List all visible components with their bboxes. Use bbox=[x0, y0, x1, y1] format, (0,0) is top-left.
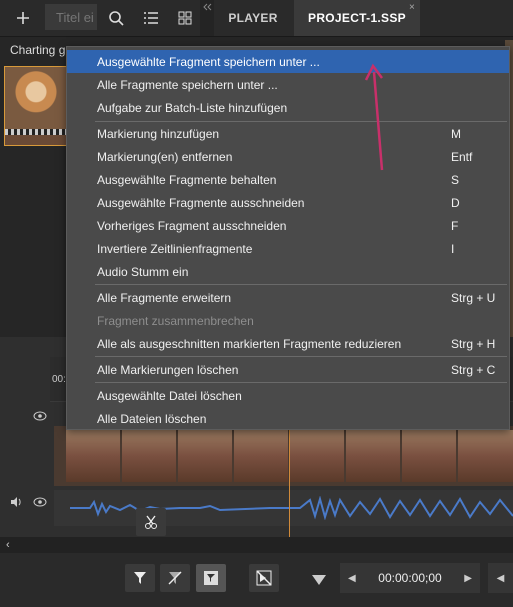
timecode-value: 00:00:00;00 bbox=[378, 571, 442, 585]
speaker-icon[interactable] bbox=[10, 494, 24, 512]
menu-item-collapse-fragment[interactable]: Fragment zusammenbrechen bbox=[67, 309, 509, 332]
filter-square-icon bbox=[204, 571, 218, 585]
eye-icon[interactable] bbox=[33, 494, 47, 512]
list-view-button[interactable] bbox=[136, 4, 166, 32]
menu-item-delete-selected-file[interactable]: Ausgewählte Datei löschen bbox=[67, 384, 509, 407]
list-view-icon bbox=[144, 12, 158, 24]
menu-item-label: Invertiere Zeitlinienfragmente bbox=[97, 241, 253, 256]
menu-item-save-selected-fragment[interactable]: Ausgewählte Fragment speichern unter ... bbox=[67, 50, 509, 73]
menu-item-label: Markierung hinzufügen bbox=[97, 126, 220, 141]
title-search-input[interactable] bbox=[45, 4, 97, 30]
media-file-label: Charting g bbox=[10, 43, 66, 57]
prev-frame-icon[interactable]: ◀ bbox=[348, 573, 356, 584]
tab-project-label: PROJECT-1.SSP bbox=[308, 11, 406, 25]
menu-item-label: Audio Stumm ein bbox=[97, 264, 189, 279]
tab-player-label: PLAYER bbox=[228, 11, 278, 25]
context-menu: Ausgewählte Fragment speichern unter ...… bbox=[66, 46, 510, 430]
menu-item-shortcut: F bbox=[451, 218, 459, 233]
video-frame bbox=[122, 430, 176, 482]
menu-item-delete-all-files[interactable]: Alle Dateien löschen bbox=[67, 407, 509, 430]
menu-item-remove-markers[interactable]: Markierung(en) entfernen Entf bbox=[67, 145, 509, 168]
mute-video-button[interactable] bbox=[249, 564, 279, 592]
menu-item-shortcut: Entf bbox=[451, 149, 473, 164]
menu-item-shortcut: S bbox=[451, 172, 460, 187]
menu-item-label: Ausgewählte Fragment speichern unter ... bbox=[97, 54, 320, 69]
video-frame bbox=[402, 430, 456, 482]
video-frame bbox=[234, 430, 288, 482]
plus-icon bbox=[17, 12, 29, 24]
menu-separator bbox=[95, 356, 507, 357]
menu-item-add-marker[interactable]: Markierung hinzufügen M bbox=[67, 122, 509, 145]
menu-item-mute-audio[interactable]: Audio Stumm ein bbox=[67, 260, 509, 283]
menu-item-cut-previous[interactable]: Vorheriges Fragment ausschneiden F bbox=[67, 214, 509, 237]
menu-item-label: Alle Fragmente speichern unter ... bbox=[97, 77, 278, 92]
annotation-arrow bbox=[364, 63, 384, 171]
menu-item-label: Ausgewählte Datei löschen bbox=[97, 388, 242, 403]
menu-item-expand-all[interactable]: Alle Fragmente erweitern Strg + U bbox=[67, 286, 509, 309]
menu-item-invert-fragments[interactable]: Invertiere Zeitlinienfragmente I bbox=[67, 237, 509, 260]
menu-item-delete-all-markers[interactable]: Alle Markierungen löschen Strg + C bbox=[67, 358, 509, 381]
horizontal-scrollbar[interactable] bbox=[0, 537, 513, 553]
filter-off-icon bbox=[168, 571, 182, 585]
menu-item-label: Vorheriges Fragment ausschneiden bbox=[97, 218, 287, 233]
menu-item-cut-selected[interactable]: Ausgewählte Fragmente ausschneiden D bbox=[67, 191, 509, 214]
scroll-left-icon[interactable]: ‹ bbox=[6, 539, 10, 551]
tab-close-icon[interactable]: × bbox=[409, 2, 415, 13]
menu-item-label: Ausgewählte Fragmente behalten bbox=[97, 172, 277, 187]
media-thumbnail[interactable] bbox=[4, 66, 68, 146]
menu-item-shortcut: Strg + C bbox=[451, 362, 496, 377]
menu-item-shortcut: M bbox=[451, 126, 461, 141]
grid-view-icon bbox=[178, 11, 192, 25]
search-button[interactable] bbox=[101, 4, 131, 32]
menu-item-reduce-cut-fragments[interactable]: Alle als ausgeschnitten markierten Fragm… bbox=[67, 332, 509, 355]
video-frame bbox=[178, 430, 232, 482]
add-button[interactable] bbox=[8, 4, 38, 32]
filter-button[interactable] bbox=[125, 564, 155, 592]
video-frame bbox=[66, 430, 120, 482]
marker-down-icon[interactable] bbox=[312, 572, 326, 590]
menu-item-label: Markierung(en) entfernen bbox=[97, 149, 233, 164]
video-frame bbox=[346, 430, 400, 482]
menu-item-save-all-fragments[interactable]: Alle Fragmente speichern unter ... bbox=[67, 73, 509, 96]
menu-item-label: Aufgabe zur Batch-Liste hinzufügen bbox=[97, 100, 288, 115]
menu-item-add-batch-task[interactable]: Aufgabe zur Batch-Liste hinzufügen bbox=[67, 96, 509, 119]
menu-separator bbox=[95, 284, 507, 285]
filter-selected-button[interactable] bbox=[196, 564, 226, 592]
filter-off-button[interactable] bbox=[160, 564, 190, 592]
menu-item-shortcut: Strg + H bbox=[451, 336, 496, 351]
menu-item-keep-selected[interactable]: Ausgewählte Fragmente behalten S bbox=[67, 168, 509, 191]
menu-item-label: Alle Dateien löschen bbox=[97, 411, 207, 426]
panel-divider[interactable] bbox=[200, 0, 214, 36]
split-button[interactable] bbox=[136, 508, 166, 536]
menu-item-label: Alle Fragmente erweitern bbox=[97, 290, 232, 305]
menu-item-shortcut: D bbox=[451, 195, 460, 210]
tab-player[interactable]: PLAYER bbox=[214, 0, 292, 36]
tab-project[interactable]: PROJECT-1.SSP bbox=[294, 0, 420, 36]
scissors-icon bbox=[145, 515, 157, 529]
menu-separator bbox=[95, 382, 507, 383]
menu-item-shortcut: I bbox=[451, 241, 455, 256]
menu-item-shortcut: Strg + U bbox=[451, 290, 496, 305]
grid-view-button[interactable] bbox=[170, 4, 200, 32]
video-frame bbox=[290, 430, 344, 482]
video-frame bbox=[458, 430, 513, 482]
timecode-display[interactable]: ◀ 00:00:00;00 ▶ bbox=[340, 563, 480, 593]
menu-item-label: Alle als ausgeschnitten markierten Fragm… bbox=[97, 336, 402, 351]
menu-item-label: Ausgewählte Fragmente ausschneiden bbox=[97, 195, 305, 210]
eye-icon[interactable] bbox=[33, 408, 47, 426]
prev-icon-button[interactable]: ◀ bbox=[488, 563, 513, 593]
menu-item-label: Fragment zusammenbrechen bbox=[97, 313, 254, 328]
no-video-icon bbox=[256, 570, 272, 586]
next-frame-icon[interactable]: ▶ bbox=[464, 573, 472, 584]
filter-icon bbox=[134, 572, 146, 584]
menu-item-label: Alle Markierungen löschen bbox=[97, 362, 239, 377]
search-icon bbox=[109, 11, 124, 26]
triangle-left-icon: ◀ bbox=[496, 572, 505, 584]
